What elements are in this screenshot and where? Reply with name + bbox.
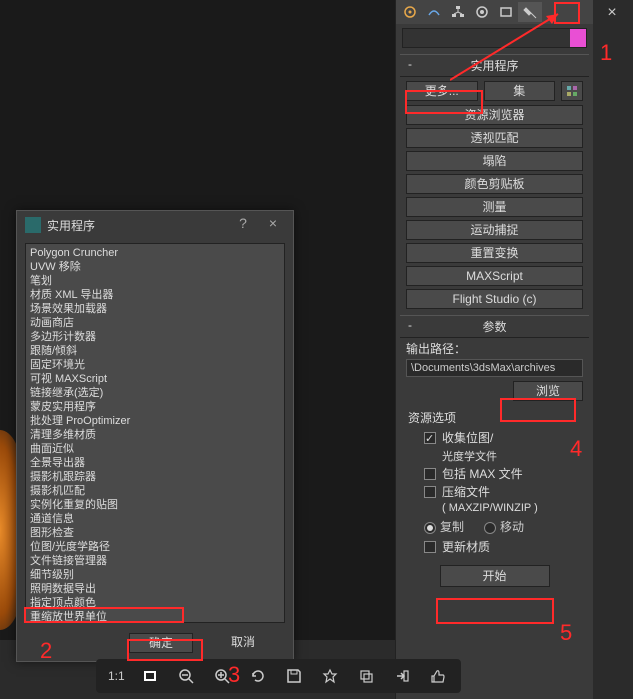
- more-button[interactable]: 更多...: [406, 81, 478, 101]
- flight-studio-button[interactable]: Flight Studio (c): [406, 289, 583, 309]
- list-item[interactable]: 摄影机匹配: [30, 484, 280, 498]
- utilities-list[interactable]: Polygon CruncherUVW 移除笔划材质 XML 导出器场景效果加载…: [25, 243, 285, 623]
- collect-bitmaps-label: 收集位图/: [442, 430, 493, 446]
- list-item[interactable]: 固定环境光: [30, 358, 280, 372]
- fullscreen-icon[interactable]: [139, 665, 161, 687]
- list-item[interactable]: 跟随/倾斜: [30, 344, 280, 358]
- move-label: 移动: [500, 518, 524, 535]
- update-materials-checkbox[interactable]: [424, 541, 436, 553]
- bottom-toolbar: 1:1: [96, 659, 461, 693]
- move-radio[interactable]: [484, 522, 496, 534]
- include-max-checkbox[interactable]: [424, 468, 436, 480]
- rotate-icon[interactable]: [247, 665, 269, 687]
- share-icon[interactable]: [391, 665, 413, 687]
- compress-label: 压缩文件: [442, 484, 490, 500]
- list-item[interactable]: 清理多维材质: [30, 428, 280, 442]
- rollout-title: 参数: [482, 320, 506, 334]
- modify-tab-icon[interactable]: [422, 2, 446, 22]
- reset-xform-button[interactable]: 重置变换: [406, 243, 583, 263]
- color-clipboard-button[interactable]: 颜色剪贴板: [406, 174, 583, 194]
- zoom-in-icon[interactable]: [211, 665, 233, 687]
- measure-button[interactable]: 测量: [406, 197, 583, 217]
- annotation-1: 1: [600, 40, 612, 66]
- dialog-titlebar[interactable]: 实用程序 ? ×: [17, 211, 293, 239]
- list-item[interactable]: 笔划: [30, 274, 280, 288]
- collect-bitmaps-checkbox[interactable]: [424, 432, 436, 444]
- command-panel-tabs: [396, 0, 593, 24]
- sets-button[interactable]: 集: [484, 81, 556, 101]
- hierarchy-tab-icon[interactable]: [446, 2, 470, 22]
- dialog-close-icon[interactable]: ×: [261, 215, 285, 235]
- update-materials-label: 更新材质: [442, 539, 490, 555]
- collect-bitmaps-label2: 光度学文件: [442, 448, 581, 464]
- start-button[interactable]: 开始: [440, 565, 550, 587]
- utilities-rollout-header[interactable]: - 实用程序: [400, 54, 589, 77]
- save-icon[interactable]: [283, 665, 305, 687]
- list-item[interactable]: 摄影机跟踪器: [30, 470, 280, 484]
- list-item[interactable]: 批处理 ProOptimizer: [30, 414, 280, 428]
- perspective-match-button[interactable]: 透视匹配: [406, 128, 583, 148]
- asset-browser-button[interactable]: 资源浏览器: [406, 105, 583, 125]
- rollout-title: 实用程序: [470, 59, 518, 73]
- list-item[interactable]: 通道信息: [30, 512, 280, 526]
- config-button-icon[interactable]: [561, 81, 583, 101]
- asset-options-label: 资源选项: [408, 409, 581, 426]
- list-item[interactable]: 重缩放世界单位: [30, 610, 280, 623]
- collapse-button[interactable]: 塌陷: [406, 151, 583, 171]
- copy-label: 复制: [440, 518, 464, 535]
- list-item[interactable]: 实例化重复的贴图: [30, 498, 280, 512]
- dialog-title: 实用程序: [47, 217, 95, 234]
- parameters-rollout-header[interactable]: - 参数: [400, 315, 589, 338]
- list-item[interactable]: 图形检查: [30, 526, 280, 540]
- help-icon[interactable]: ?: [231, 215, 255, 235]
- cancel-button[interactable]: 取消: [211, 633, 275, 653]
- list-item[interactable]: 照明数据导出: [30, 582, 280, 596]
- app-icon: [25, 217, 41, 233]
- list-item[interactable]: 指定顶点颜色: [30, 596, 280, 610]
- list-item[interactable]: 场景效果加载器: [30, 302, 280, 316]
- command-panel: - 实用程序 更多... 集 资源浏览器 透视匹配 塌陷 颜色剪贴板 测量 运动…: [395, 0, 593, 699]
- list-item[interactable]: 可视 MAXScript: [30, 372, 280, 386]
- name-color-bar[interactable]: [402, 28, 587, 48]
- list-item[interactable]: 动画商店: [30, 316, 280, 330]
- compress-sublabel: ( MAXZIP/WINZIP ): [442, 502, 581, 514]
- thumbs-up-icon[interactable]: [427, 665, 449, 687]
- output-path-label: 输出路径：: [406, 340, 583, 357]
- list-item[interactable]: 文件链接管理器: [30, 554, 280, 568]
- list-item[interactable]: 链接继承(选定): [30, 386, 280, 400]
- close-icon[interactable]: ×: [599, 2, 625, 24]
- list-item[interactable]: 位图/光度学路径: [30, 540, 280, 554]
- list-item[interactable]: UVW 移除: [30, 260, 280, 274]
- motion-capture-button[interactable]: 运动捕捉: [406, 220, 583, 240]
- list-item[interactable]: 多边形计数器: [30, 330, 280, 344]
- list-item[interactable]: 曲面近似: [30, 442, 280, 456]
- maxscript-button[interactable]: MAXScript: [406, 266, 583, 286]
- list-item[interactable]: 细节级别: [30, 568, 280, 582]
- copy-icon[interactable]: [355, 665, 377, 687]
- list-item[interactable]: 全景导出器: [30, 456, 280, 470]
- compress-checkbox[interactable]: [424, 486, 436, 498]
- motion-tab-icon[interactable]: [470, 2, 494, 22]
- display-tab-icon[interactable]: [494, 2, 518, 22]
- browse-button[interactable]: 浏览: [513, 381, 583, 401]
- utilities-tab-icon[interactable]: [518, 2, 542, 22]
- ok-button[interactable]: 确定: [129, 633, 193, 653]
- utilities-dialog: 实用程序 ? × Polygon CruncherUVW 移除笔划材质 XML …: [16, 210, 294, 662]
- zoom-out-icon[interactable]: [175, 665, 197, 687]
- list-item[interactable]: 材质 XML 导出器: [30, 288, 280, 302]
- copy-radio[interactable]: [424, 522, 436, 534]
- create-tab-icon[interactable]: [398, 2, 422, 22]
- star-icon[interactable]: [319, 665, 341, 687]
- list-item[interactable]: 蒙皮实用程序: [30, 400, 280, 414]
- output-path-input[interactable]: \Documents\3dsMax\archives: [406, 359, 583, 377]
- ratio-label[interactable]: 1:1: [108, 665, 125, 687]
- list-item[interactable]: Polygon Cruncher: [30, 246, 280, 260]
- include-max-label: 包括 MAX 文件: [442, 466, 523, 482]
